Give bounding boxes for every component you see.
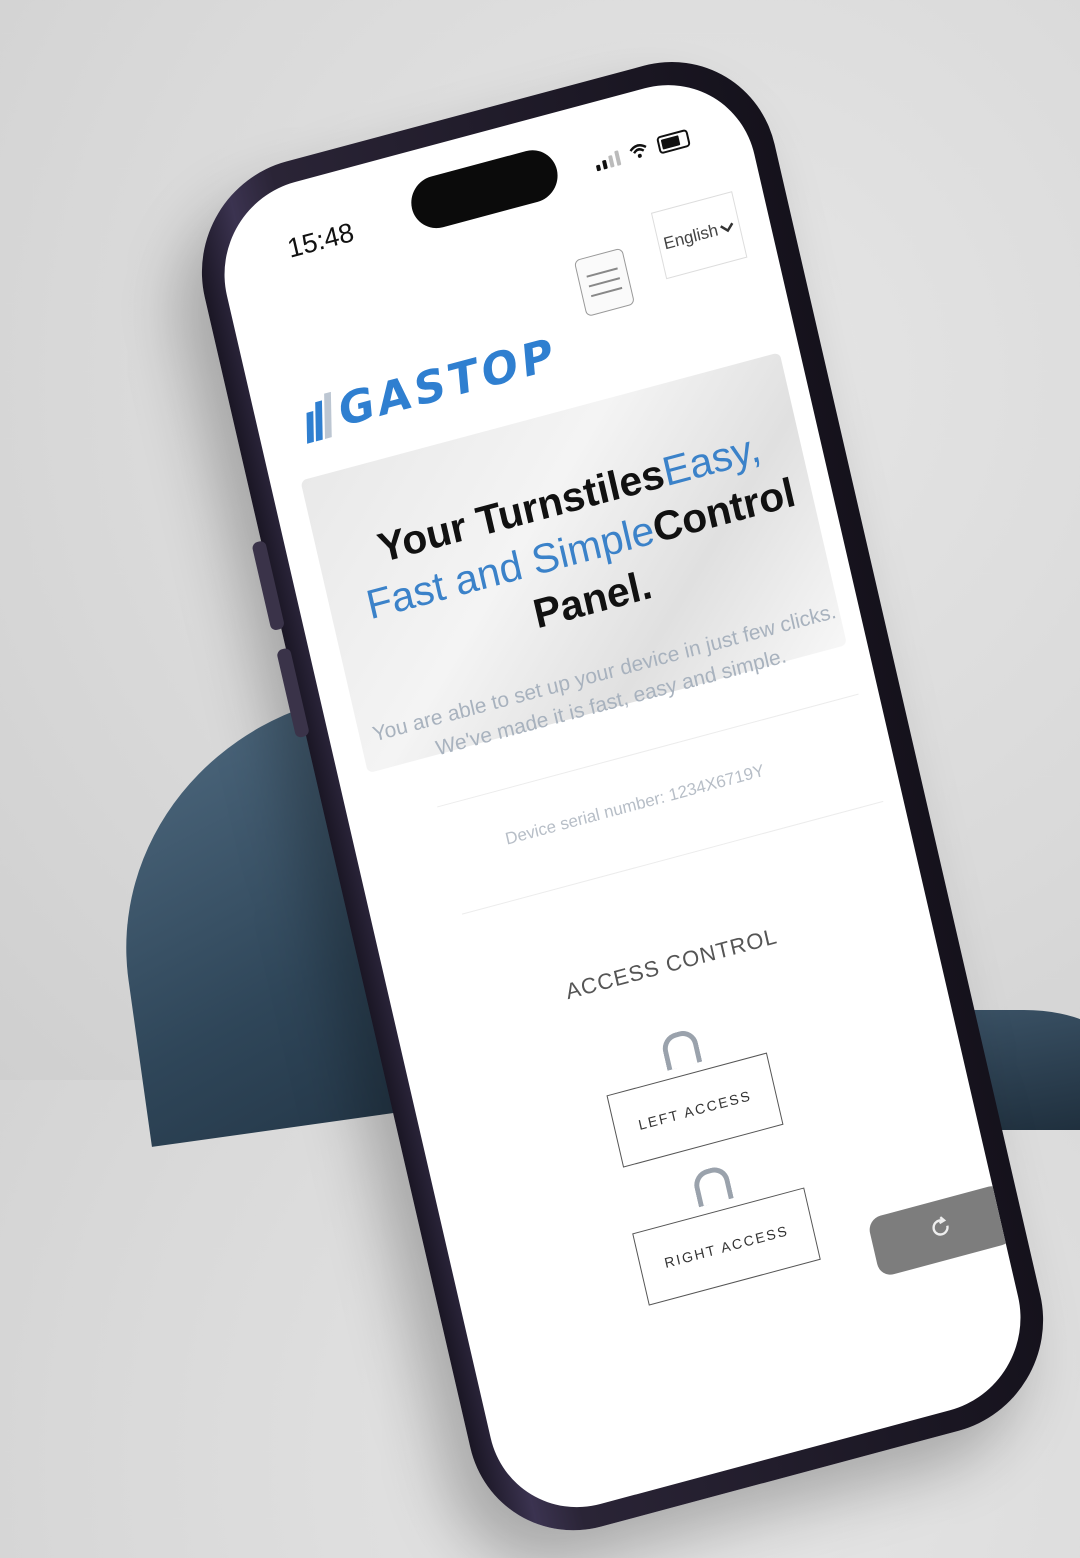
wifi-icon [627,141,650,163]
status-time: 15:48 [284,216,357,264]
right-access-button[interactable]: RIGHT ACCESS [632,1187,821,1306]
left-access-button[interactable]: LEFT ACCESS [606,1052,784,1168]
language-label: English [661,220,720,254]
logo-mark-icon [300,391,336,444]
hamburger-icon [586,267,618,278]
divider [461,800,884,915]
language-select[interactable]: English [650,191,748,280]
signal-icon [594,150,622,172]
battery-icon [655,128,691,155]
chevron-down-icon [719,216,737,239]
system-icons [593,128,691,172]
refresh-icon [927,1214,955,1247]
arch-icon [691,1163,734,1208]
dynamic-island [406,144,563,234]
arch-icon [659,1027,703,1071]
menu-button[interactable] [573,247,636,318]
